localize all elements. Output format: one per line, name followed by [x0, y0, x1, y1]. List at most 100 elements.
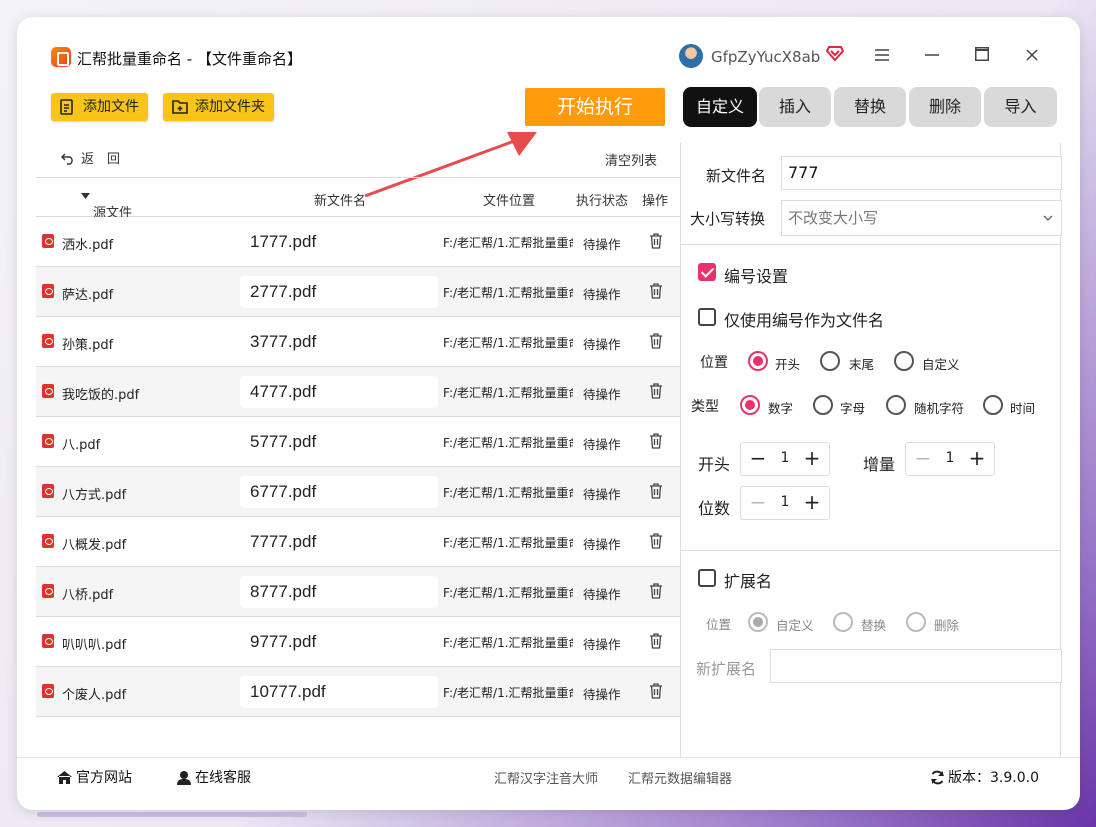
ext-radio-delete[interactable] — [906, 612, 926, 632]
table-row[interactable]: 八.pdf 5777.pdf F:/老汇帮/1.汇帮批量重命名 待操作 — [36, 417, 680, 467]
increment-button[interactable]: + — [966, 447, 988, 469]
menu-icon[interactable] — [871, 45, 893, 67]
table-row[interactable]: 孙策.pdf 3777.pdf F:/老汇帮/1.汇帮批量重命名 待操作 — [36, 317, 680, 367]
app-window: 汇帮批量重命名 - 【文件重命名】 GfpZyYucX8ab 添加文件 添加文件… — [17, 17, 1080, 810]
case-label: 大小写转换 — [690, 210, 766, 228]
table-row[interactable]: 八桥.pdf 8777.pdf F:/老汇帮/1.汇帮批量重命名 待操作 — [36, 567, 680, 617]
header-newname: 新文件名 — [314, 194, 367, 209]
position-radio-start[interactable] — [748, 351, 768, 371]
table-row[interactable]: 叭叭叭.pdf 9777.pdf F:/老汇帮/1.汇帮批量重命名 待操作 — [36, 617, 680, 667]
header-location: 文件位置 — [483, 194, 536, 209]
position-radio-end[interactable] — [820, 351, 840, 371]
username[interactable]: GfpZyYucX8ab — [711, 48, 820, 66]
status-text: 待操作 — [583, 337, 621, 352]
minimize-icon[interactable] — [921, 45, 943, 67]
vip-diamond-icon[interactable] — [826, 44, 844, 62]
type-radio-time[interactable] — [983, 395, 1003, 415]
pdf-icon — [42, 684, 54, 698]
table-row[interactable]: 萨达.pdf 2777.pdf F:/老汇帮/1.汇帮批量重命名 待操作 — [36, 267, 680, 317]
support-agent-icon — [177, 771, 191, 785]
header-status: 执行状态 — [576, 194, 629, 209]
new-filename: 3777.pdf — [250, 332, 317, 351]
ext-radio-custom[interactable] — [748, 612, 768, 632]
numbering-checkbox[interactable] — [698, 263, 716, 281]
official-website-link[interactable]: 官方网站 — [56, 767, 132, 787]
case-select[interactable]: 不改变大小写 — [781, 200, 1062, 236]
status-text: 待操作 — [583, 237, 621, 252]
increment-stepper[interactable]: − 1 + — [905, 442, 995, 476]
new-filename: 1777.pdf — [250, 232, 317, 251]
trash-icon[interactable] — [649, 633, 663, 649]
tab-insert[interactable]: 插入 — [759, 87, 831, 127]
numbering-label: 编号设置 — [724, 267, 789, 286]
new-ext-input[interactable] — [770, 649, 1062, 683]
trash-icon[interactable] — [649, 233, 663, 249]
table-row[interactable]: 八方式.pdf 6777.pdf F:/老汇帮/1.汇帮批量重命名 待操作 — [36, 467, 680, 517]
only-number-checkbox[interactable] — [698, 308, 716, 326]
table-row[interactable]: 个废人.pdf 10777.pdf F:/老汇帮/1.汇帮批量重命名 待操作 — [36, 667, 680, 717]
position-radio-custom[interactable] — [894, 351, 914, 371]
title-bar: 汇帮批量重命名 - 【文件重命名】 GfpZyYucX8ab — [17, 17, 1080, 77]
type-radio-random[interactable] — [886, 395, 906, 415]
type-option-letter: 字母 — [840, 401, 866, 416]
trash-icon[interactable] — [649, 683, 663, 699]
new-filename: 8777.pdf — [240, 576, 438, 608]
tab-custom[interactable]: 自定义 — [683, 87, 757, 127]
app-logo-icon — [51, 47, 71, 67]
increment-button[interactable]: + — [801, 491, 823, 513]
new-filename: 6777.pdf — [240, 476, 438, 508]
new-filename: 4777.pdf — [240, 376, 438, 408]
newname-input[interactable]: 777 — [781, 156, 1062, 190]
digits-stepper[interactable]: − 1 + — [740, 486, 830, 520]
version-info[interactable]: 版本：3.9.0.0 — [930, 767, 1039, 787]
trash-icon[interactable] — [649, 483, 663, 499]
trash-icon[interactable] — [649, 433, 663, 449]
footer-link-metadata[interactable]: 汇帮元数据编辑器 — [628, 768, 732, 787]
source-filename: 萨达.pdf — [62, 288, 114, 303]
start-button[interactable]: 开始执行 — [525, 88, 665, 126]
user-avatar[interactable] — [679, 44, 703, 68]
online-support-link[interactable]: 在线客服 — [176, 767, 251, 787]
type-radio-letter[interactable] — [813, 395, 833, 415]
table-row[interactable]: 洒水.pdf 1777.pdf F:/老汇帮/1.汇帮批量重命名 待操作 — [36, 217, 680, 267]
pdf-icon — [42, 484, 54, 498]
position-label: 位置 — [700, 355, 728, 371]
pdf-icon — [42, 434, 54, 448]
trash-icon[interactable] — [649, 383, 663, 399]
trash-icon[interactable] — [649, 583, 663, 599]
tab-import[interactable]: 导入 — [984, 87, 1057, 127]
new-filename: 9777.pdf — [250, 632, 317, 651]
new-filename: 10777.pdf — [240, 676, 438, 708]
add-file-button[interactable]: 添加文件 — [51, 93, 148, 121]
trash-icon[interactable] — [649, 283, 663, 299]
table-row[interactable]: 我吃饭的.pdf 4777.pdf F:/老汇帮/1.汇帮批量重命名 待操作 — [36, 367, 680, 417]
header-source[interactable]: 源文件名（10） — [81, 190, 136, 259]
type-radio-number[interactable] — [740, 395, 760, 415]
file-location: F:/老汇帮/1.汇帮批量重命名 — [443, 536, 573, 550]
position-option-end: 末尾 — [849, 357, 875, 372]
tab-replace[interactable]: 替换 — [834, 87, 906, 127]
add-file-label: 添加文件 — [83, 99, 139, 115]
start-stepper[interactable]: − 1 + — [740, 442, 830, 476]
tab-delete[interactable]: 删除 — [909, 87, 981, 127]
maximize-icon[interactable] — [971, 45, 993, 67]
position-option-start: 开头 — [775, 357, 801, 372]
trash-icon[interactable] — [649, 333, 663, 349]
clear-list-button[interactable]: 清空列表 — [605, 150, 657, 169]
new-filename: 7777.pdf — [250, 532, 317, 551]
source-filename: 个废人.pdf — [62, 688, 127, 703]
footer-link-pinyin[interactable]: 汇帮汉字注音大师 — [494, 768, 598, 787]
status-text: 待操作 — [583, 587, 621, 602]
trash-icon[interactable] — [649, 533, 663, 549]
increment-button[interactable]: + — [801, 447, 823, 469]
status-text: 待操作 — [583, 487, 621, 502]
extension-checkbox[interactable] — [698, 569, 716, 587]
newname-label: 新文件名 — [706, 167, 767, 185]
ext-radio-replace[interactable] — [833, 612, 853, 632]
back-label: 返 回 — [81, 152, 121, 167]
add-folder-button[interactable]: 添加文件夹 — [163, 93, 274, 121]
table-row[interactable]: 八概发.pdf 7777.pdf F:/老汇帮/1.汇帮批量重命名 待操作 — [36, 517, 680, 567]
back-button[interactable]: 返 回 — [61, 148, 120, 167]
close-icon[interactable] — [1021, 45, 1043, 67]
divider — [681, 550, 1061, 551]
